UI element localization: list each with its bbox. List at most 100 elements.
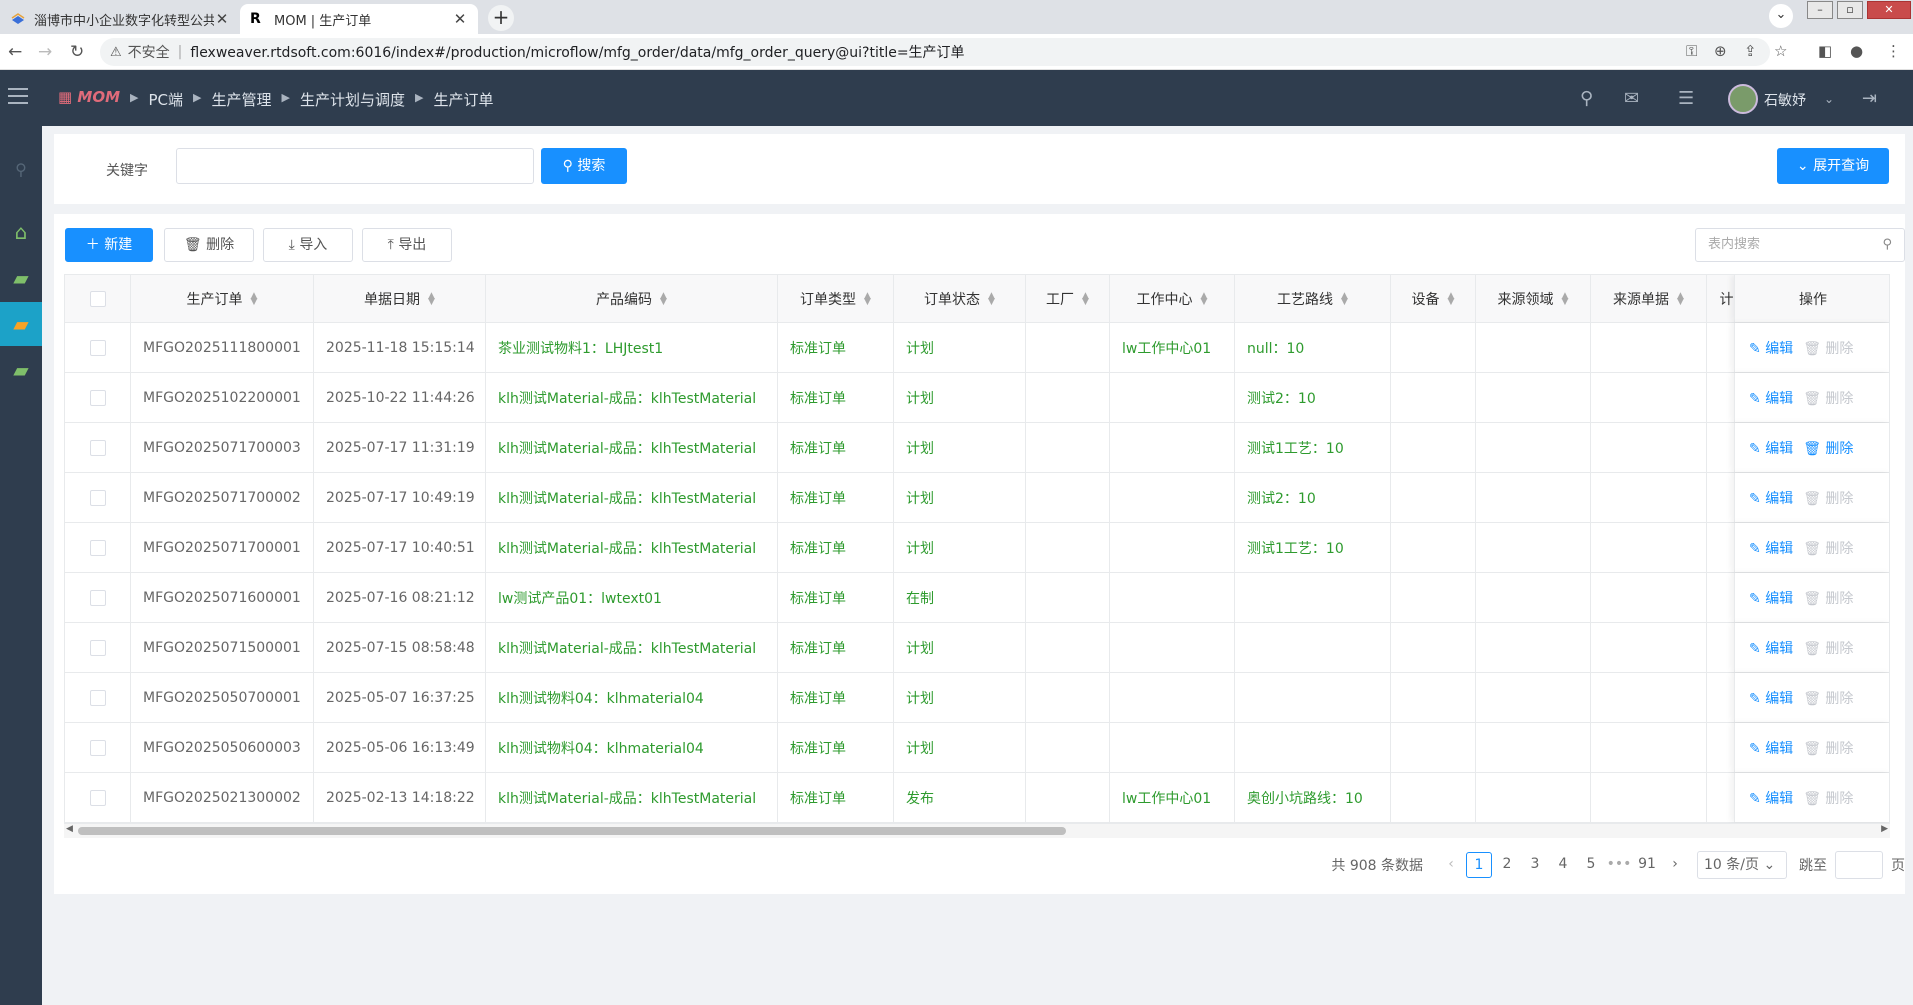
status-text[interactable]: 计划: [906, 488, 934, 508]
delete-row-button[interactable]: 🗑 删除: [1803, 588, 1853, 608]
column-header[interactable]: 工艺路线 ▲ ▼: [1235, 275, 1391, 322]
app-logo[interactable]: ▦ MOM: [58, 88, 120, 106]
sort-icon[interactable]: ▲ ▼: [1341, 291, 1348, 306]
row-checkbox[interactable]: [89, 639, 106, 656]
type-text[interactable]: 标准订单: [790, 738, 846, 758]
route-text[interactable]: 测试2：10: [1247, 488, 1316, 508]
wc-text[interactable]: lw工作中心01: [1122, 338, 1211, 358]
folder-icon[interactable]: ▰: [0, 256, 42, 300]
product-text[interactable]: klh测试Material-成品：klhTestMaterial: [498, 388, 756, 408]
page-size-select[interactable]: 10 条/页 ⌄: [1697, 851, 1787, 879]
delete-row-button[interactable]: 🗑 删除: [1803, 538, 1853, 558]
horizontal-scrollbar[interactable]: ◀ ▶: [64, 824, 1890, 838]
column-header[interactable]: 订单状态 ▲ ▼: [894, 275, 1026, 322]
bookmark-star-icon[interactable]: ☆: [1774, 42, 1787, 60]
page-item[interactable]: 91: [1634, 852, 1660, 878]
page-item[interactable]: 5: [1578, 852, 1604, 878]
zoom-icon[interactable]: ⊕: [1714, 42, 1727, 60]
status-text[interactable]: 计划: [906, 688, 934, 708]
select-all-checkbox[interactable]: [89, 290, 106, 307]
product-text[interactable]: klh测试Material-成品：klhTestMaterial: [498, 638, 756, 658]
new-tab-button[interactable]: +: [488, 5, 514, 31]
scrollbar-thumb[interactable]: [78, 827, 1066, 835]
type-text[interactable]: 标准订单: [790, 688, 846, 708]
status-text[interactable]: 发布: [906, 788, 934, 808]
sidepanel-icon[interactable]: ◧: [1818, 42, 1832, 60]
column-header[interactable]: 单据日期 ▲ ▼: [314, 275, 486, 322]
route-text[interactable]: 测试2：10: [1247, 388, 1316, 408]
chevron-down-icon[interactable]: ⌄: [1824, 92, 1834, 106]
delete-row-button[interactable]: 🗑 删除: [1803, 488, 1853, 508]
type-text[interactable]: 标准订单: [790, 388, 846, 408]
row-checkbox[interactable]: [89, 439, 106, 456]
page-ellipsis[interactable]: •••: [1606, 852, 1632, 878]
column-header[interactable]: 工厂 ▲ ▼: [1026, 275, 1110, 322]
sort-icon[interactable]: ▲ ▼: [251, 291, 258, 306]
table-row[interactable]: MFGO2025102200001 2025-10-22 11:44:26 klh测…: [65, 373, 1889, 423]
browser-tab-mom[interactable]: R MOM | 生产订单 ✕: [240, 4, 478, 34]
page-item[interactable]: 2: [1494, 852, 1520, 878]
sort-icon[interactable]: ▲ ▼: [1677, 291, 1684, 306]
user-name[interactable]: 石敏妤: [1764, 90, 1806, 110]
route-text[interactable]: 测试1工艺：10: [1247, 538, 1344, 558]
jump-page-input[interactable]: [1835, 851, 1883, 879]
edit-button[interactable]: ✎ 编辑: [1749, 588, 1793, 608]
product-text[interactable]: klh测试Material-成品：klhTestMaterial: [498, 488, 756, 508]
next-page-icon[interactable]: ›: [1662, 852, 1688, 878]
column-header[interactable]: 订单类型 ▲ ▼: [778, 275, 894, 322]
status-text[interactable]: 在制: [906, 588, 934, 608]
breadcrumb-item[interactable]: PC端: [148, 89, 183, 110]
product-text[interactable]: klh测试物料04：klhmaterial04: [498, 688, 704, 708]
prev-page-icon[interactable]: ‹: [1438, 852, 1464, 878]
forward-icon[interactable]: →: [38, 42, 52, 62]
back-icon[interactable]: ←: [8, 42, 22, 62]
table-row[interactable]: MFGO2025021300002 2025-02-13 14:18:22 klh测…: [65, 773, 1889, 823]
status-text[interactable]: 计划: [906, 388, 934, 408]
delete-row-button[interactable]: 🗑 删除: [1803, 738, 1853, 758]
logout-icon[interactable]: ⇥: [1862, 88, 1877, 109]
edit-button[interactable]: ✎ 编辑: [1749, 638, 1793, 658]
avatar[interactable]: [1728, 84, 1758, 114]
column-header[interactable]: 来源单据 ▲ ▼: [1591, 275, 1707, 322]
column-header[interactable]: 产品编码 ▲ ▼: [486, 275, 778, 322]
type-text[interactable]: 标准订单: [790, 638, 846, 658]
table-row[interactable]: MFGO2025111800001 2025-11-18 15:15:14 茶业测试…: [65, 323, 1889, 373]
search-button[interactable]: ⚲ 搜索: [541, 148, 627, 184]
edit-button[interactable]: ✎ 编辑: [1749, 338, 1793, 358]
sort-icon[interactable]: ▲ ▼: [988, 291, 995, 306]
sort-icon[interactable]: ▲ ▼: [428, 291, 435, 306]
route-text[interactable]: 奥创小坑路线：10: [1247, 788, 1363, 808]
sort-icon[interactable]: ▲ ▼: [864, 291, 871, 306]
route-text[interactable]: null：10: [1247, 338, 1304, 358]
type-text[interactable]: 标准订单: [790, 538, 846, 558]
edit-button[interactable]: ✎ 编辑: [1749, 488, 1793, 508]
edit-button[interactable]: ✎ 编辑: [1749, 388, 1793, 408]
edit-button[interactable]: ✎ 编辑: [1749, 738, 1793, 758]
import-button[interactable]: ⤓ 导入: [263, 228, 353, 262]
delete-button[interactable]: 🗑 删除: [164, 228, 254, 262]
breadcrumb-item[interactable]: 生产订单: [433, 89, 493, 110]
row-checkbox[interactable]: [89, 589, 106, 606]
sort-icon[interactable]: ▲ ▼: [660, 291, 667, 306]
type-text[interactable]: 标准订单: [790, 488, 846, 508]
row-checkbox[interactable]: [89, 789, 106, 806]
close-tab-icon[interactable]: ✕: [452, 10, 468, 28]
delete-row-button[interactable]: 🗑 删除: [1803, 638, 1853, 658]
expand-query-button[interactable]: ⌄ 展开查询: [1777, 148, 1889, 184]
profile-icon[interactable]: ●: [1850, 42, 1863, 60]
product-text[interactable]: klh测试Material-成品：klhTestMaterial: [498, 438, 756, 458]
page-item[interactable]: 1: [1466, 852, 1492, 878]
warning-icon[interactable]: ⚠: [110, 45, 122, 60]
list-icon[interactable]: ☰: [1678, 88, 1694, 109]
sort-icon[interactable]: ▲ ▼: [1448, 291, 1455, 306]
close-tab-icon[interactable]: ✕: [214, 10, 230, 28]
table-row[interactable]: MFGO2025071700002 2025-07-17 10:49:19 klh测…: [65, 473, 1889, 523]
product-text[interactable]: klh测试Material-成品：klhTestMaterial: [498, 788, 756, 808]
scroll-left-icon[interactable]: ◀: [66, 824, 73, 834]
breadcrumb-item[interactable]: 生产计划与调度: [300, 89, 405, 110]
home-icon[interactable]: ⌂: [0, 210, 42, 254]
page-item[interactable]: 3: [1522, 852, 1548, 878]
status-text[interactable]: 计划: [906, 738, 934, 758]
delete-row-button[interactable]: 🗑 删除: [1803, 338, 1853, 358]
product-text[interactable]: klh测试Material-成品：klhTestMaterial: [498, 538, 756, 558]
